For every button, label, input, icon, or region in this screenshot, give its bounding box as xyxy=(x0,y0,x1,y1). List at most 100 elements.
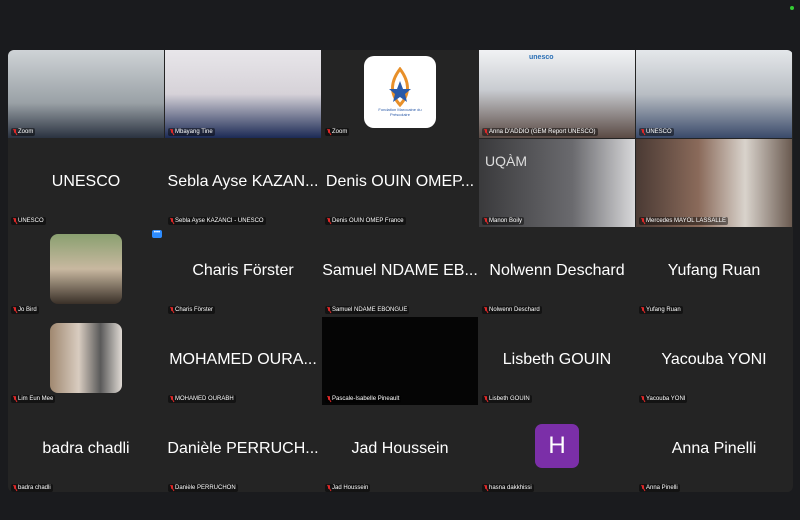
profile-photo xyxy=(50,234,122,304)
participant-name: Yacouba YONI xyxy=(646,396,686,402)
video-feed xyxy=(636,50,792,138)
participant-tile[interactable]: Lim Eun Mee xyxy=(8,317,164,405)
participant-tile[interactable]: Nolwenn Deschard Nolwenn Deschard xyxy=(479,228,635,316)
participant-label: Yufang Ruan xyxy=(639,306,683,314)
participant-tile[interactable]: Lisbeth GOUIN Lisbeth GOUIN xyxy=(479,317,635,405)
mic-muted-icon xyxy=(327,307,331,313)
mic-muted-icon xyxy=(327,396,331,402)
participant-label: UNESCO xyxy=(11,217,46,225)
participant-name-display: Jad Houssein xyxy=(351,440,449,457)
participant-name: Pascale-Isabelle Pineault xyxy=(332,396,400,402)
participant-name: Mbayang Tine xyxy=(175,129,213,135)
participant-label: Zoom xyxy=(11,128,36,136)
participant-tile[interactable]: UNESCO UNESCO xyxy=(8,139,164,227)
mic-muted-icon xyxy=(484,485,488,491)
participant-name: Jad Houssein xyxy=(332,485,369,491)
participant-name: Nolwenn Deschard xyxy=(489,307,540,313)
participant-name-display: Anna Pinelli xyxy=(671,440,757,457)
video-feed xyxy=(636,139,792,227)
participant-name: Anna Pinelli xyxy=(646,485,678,491)
participant-label: Samuel NDAME EBONGUE xyxy=(325,306,410,314)
mic-muted-icon xyxy=(484,396,488,402)
participant-label: Mercedes MAYOL LASSALLE xyxy=(639,217,729,225)
video-feed xyxy=(479,50,635,138)
participant-tile[interactable]: Anna Pinelli Anna Pinelli xyxy=(636,406,792,492)
participant-name: Yufang Ruan xyxy=(646,307,681,313)
profile-photo xyxy=(50,323,122,393)
mic-muted-icon xyxy=(641,396,645,402)
wall-text: UQÀM xyxy=(485,153,527,169)
participant-label: UNESCO xyxy=(639,128,674,136)
participant-tile[interactable]: Mbayang Tine xyxy=(165,50,321,138)
participant-tile[interactable]: Sebla Ayse KAZAN... Sebla Ayse KAZANCI - … xyxy=(165,139,321,227)
participant-label: Zoom xyxy=(325,128,350,136)
participant-tile[interactable]: Samuel NDAME EB... Samuel NDAME EBONGUE xyxy=(322,228,478,316)
participant-name-display: Denis OUIN OMEP... xyxy=(325,173,475,190)
star-logo-icon xyxy=(389,67,411,107)
participant-name-display: Yacouba YONI xyxy=(661,351,767,368)
participant-name: UNESCO xyxy=(18,218,44,224)
participant-label: Jo Bird xyxy=(11,306,39,314)
mic-muted-icon xyxy=(13,129,17,135)
participant-name: Denis OUIN OMEP France xyxy=(332,218,404,224)
participant-tile[interactable]: Jad Houssein Jad Houssein xyxy=(322,406,478,492)
participant-name-display: Yufang Ruan xyxy=(667,262,761,279)
participant-tile[interactable]: Pascale-Isabelle Pineault xyxy=(322,317,478,405)
participant-tile[interactable]: ••• Jo Bird xyxy=(8,228,164,316)
participant-tile[interactable]: UNESCO xyxy=(636,50,792,138)
participant-name: Sebla Ayse KAZANCI - UNESCO xyxy=(175,218,264,224)
mic-muted-icon xyxy=(327,129,331,135)
participant-tile[interactable]: MOHAMED OURA... MOHAMED OURABH xyxy=(165,317,321,405)
participant-name: Lisbeth GOUIN xyxy=(489,396,530,402)
participant-tile[interactable]: Hhasna dakkhissi xyxy=(479,406,635,492)
participant-tile[interactable]: badra chadli badra chadli xyxy=(8,406,164,492)
participant-label: Charis Förster xyxy=(168,306,216,314)
mic-muted-icon xyxy=(484,218,488,224)
mic-muted-icon xyxy=(170,485,174,491)
participant-label: Sebla Ayse KAZANCI - UNESCO xyxy=(168,217,266,225)
mic-muted-icon xyxy=(170,307,174,313)
participant-name: Jo Bird xyxy=(18,307,37,313)
mic-muted-icon xyxy=(13,485,17,491)
participant-name-display: Charis Förster xyxy=(192,262,294,279)
participant-label: Danièle PERRUCHON xyxy=(168,484,238,492)
participant-label: badra chadli xyxy=(11,484,53,492)
mic-muted-icon xyxy=(13,218,17,224)
mic-muted-icon xyxy=(170,129,174,135)
participant-name: Lim Eun Mee xyxy=(18,396,54,402)
mic-muted-icon xyxy=(484,307,488,313)
mic-muted-icon xyxy=(641,218,645,224)
participant-name-display: Danièle PERRUCH... xyxy=(167,440,319,457)
participant-tile[interactable]: unesco Anna D'ADDIO (GEM Report UNESCO) xyxy=(479,50,635,138)
participant-tile[interactable]: Denis OUIN OMEP... Denis OUIN OMEP France xyxy=(322,139,478,227)
participant-tile[interactable]: Zoom xyxy=(8,50,164,138)
participant-name-display: UNESCO xyxy=(51,173,121,190)
participant-tile[interactable]: Mercedes MAYOL LASSALLE xyxy=(636,139,792,227)
participant-tile[interactable]: Yacouba YONI Yacouba YONI xyxy=(636,317,792,405)
mic-muted-icon xyxy=(13,307,17,313)
participant-label: MOHAMED OURABH xyxy=(168,395,236,403)
participant-name-display: Lisbeth GOUIN xyxy=(502,351,612,368)
participant-name: Danièle PERRUCHON xyxy=(175,485,236,491)
participant-tile[interactable]: Danièle PERRUCH... Danièle PERRUCHON xyxy=(165,406,321,492)
participant-label: Jad Houssein xyxy=(325,484,371,492)
participant-tile[interactable]: Charis Förster Charis Förster xyxy=(165,228,321,316)
participant-name-display: Samuel NDAME EB... xyxy=(322,262,478,279)
participant-tile[interactable]: Yufang Ruan Yufang Ruan xyxy=(636,228,792,316)
participant-name: Samuel NDAME EBONGUE xyxy=(332,307,408,313)
participant-name: Manon Boily xyxy=(489,218,523,224)
mic-muted-icon xyxy=(13,396,17,402)
more-options-button[interactable]: ••• xyxy=(152,230,162,238)
participant-name-display: MOHAMED OURA... xyxy=(169,351,317,368)
mic-muted-icon xyxy=(641,485,645,491)
participant-tile[interactable]: UQÀM Manon Boily xyxy=(479,139,635,227)
mic-muted-icon xyxy=(327,485,331,491)
slide-text: unesco xyxy=(529,54,554,61)
participant-name: Zoom xyxy=(18,129,34,135)
participant-tile[interactable]: Fondation Marocaine du Préscolaire Zoom xyxy=(322,50,478,138)
participant-name: Zoom xyxy=(332,129,348,135)
participant-label: Anna D'ADDIO (GEM Report UNESCO) xyxy=(482,128,598,136)
logo-text: Fondation Marocaine du Préscolaire xyxy=(378,107,422,117)
video-feed xyxy=(322,317,478,405)
mic-muted-icon xyxy=(170,218,174,224)
